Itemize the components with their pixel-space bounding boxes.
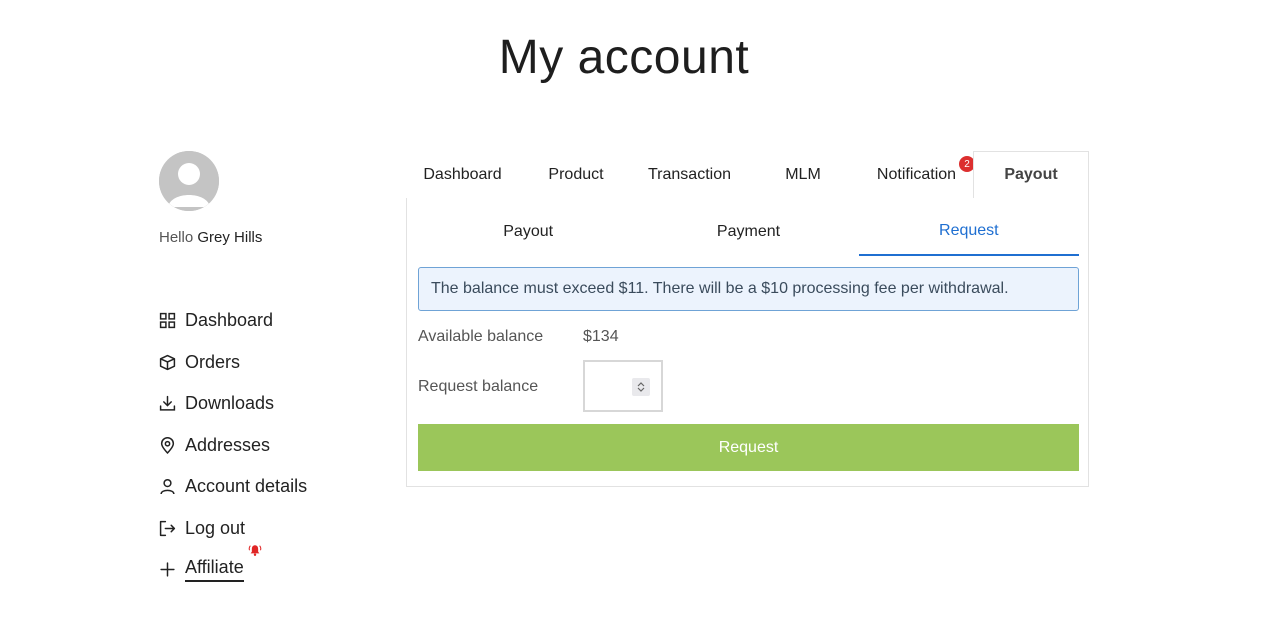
request-submit-button[interactable]: Request bbox=[418, 424, 1079, 471]
avatar-icon bbox=[159, 151, 219, 211]
sidebar-item-dashboard[interactable]: Dashboard bbox=[159, 300, 307, 342]
tab-notification[interactable]: Notification 2 bbox=[860, 151, 975, 199]
tab-label: Transaction bbox=[648, 165, 731, 183]
sidebar-item-log-out[interactable]: Log out bbox=[159, 508, 307, 550]
box-icon bbox=[159, 354, 176, 371]
download-icon bbox=[159, 395, 176, 412]
subtab-label: Request bbox=[939, 222, 999, 239]
map-pin-icon bbox=[159, 436, 176, 454]
greeting-text: Hello bbox=[159, 229, 194, 246]
available-balance-label: Available balance bbox=[418, 328, 544, 345]
tab-dashboard[interactable]: Dashboard bbox=[406, 151, 519, 199]
sidebar-item-label: Account details bbox=[185, 476, 308, 497]
available-balance-value: $134 bbox=[583, 328, 619, 345]
avatar bbox=[159, 151, 219, 211]
user-icon bbox=[159, 478, 176, 495]
tab-product[interactable]: Product bbox=[519, 151, 633, 199]
grid-icon bbox=[159, 312, 176, 329]
tab-label: Notification bbox=[876, 165, 957, 183]
payout-subtabs: Payout Payment Request bbox=[418, 208, 1079, 256]
user-name: Grey Hills bbox=[197, 229, 263, 246]
sidebar-item-label: Affiliate bbox=[185, 557, 244, 583]
plus-icon bbox=[159, 561, 176, 578]
subtab-payment[interactable]: Payment bbox=[638, 208, 858, 256]
subtab-label: Payment bbox=[716, 223, 781, 240]
sidebar-item-label: Addresses bbox=[185, 434, 271, 455]
account-navigation: Dashboard Orders Downloads Addresses Acc… bbox=[159, 300, 307, 591]
sidebar-item-orders[interactable]: Orders bbox=[159, 342, 307, 384]
subtab-payout[interactable]: Payout bbox=[418, 208, 638, 256]
page-title: My account bbox=[498, 31, 750, 84]
payout-panel: Payout Payment Request The balance must … bbox=[406, 198, 1089, 487]
number-spinner[interactable] bbox=[632, 378, 650, 396]
account-tabs: Dashboard Product Transaction MLM Notifi… bbox=[406, 151, 1089, 199]
request-balance-input[interactable] bbox=[583, 360, 663, 412]
sidebar-item-label: Orders bbox=[185, 351, 241, 372]
sidebar-item-affiliate[interactable]: Affiliate bbox=[159, 545, 307, 591]
tab-label: Product bbox=[548, 165, 604, 183]
logout-icon bbox=[159, 520, 176, 537]
tab-transaction[interactable]: Transaction bbox=[633, 151, 746, 199]
chevron-down-icon bbox=[637, 387, 645, 392]
tab-mlm[interactable]: MLM bbox=[746, 151, 860, 199]
tab-payout[interactable]: Payout bbox=[973, 151, 1089, 199]
tab-label: MLM bbox=[785, 165, 821, 183]
tab-label: Dashboard bbox=[423, 165, 502, 183]
sidebar-item-label: Log out bbox=[185, 517, 246, 538]
sidebar-item-label: Downloads bbox=[185, 393, 275, 414]
request-balance-label: Request balance bbox=[418, 378, 539, 395]
info-notice: The balance must exceed $11. There will … bbox=[418, 267, 1079, 311]
subtab-label: Payout bbox=[503, 223, 554, 240]
sidebar-item-label: Dashboard bbox=[185, 310, 274, 331]
sidebar-item-downloads[interactable]: Downloads bbox=[159, 383, 307, 425]
subtab-request[interactable]: Request bbox=[858, 208, 1079, 256]
tab-label: Payout bbox=[1004, 166, 1058, 183]
bell-ringing-icon bbox=[248, 545, 262, 556]
sidebar-item-account-details[interactable]: Account details bbox=[159, 466, 307, 508]
greeting: Hello Grey Hills bbox=[159, 229, 262, 246]
sidebar-item-addresses[interactable]: Addresses bbox=[159, 425, 307, 467]
